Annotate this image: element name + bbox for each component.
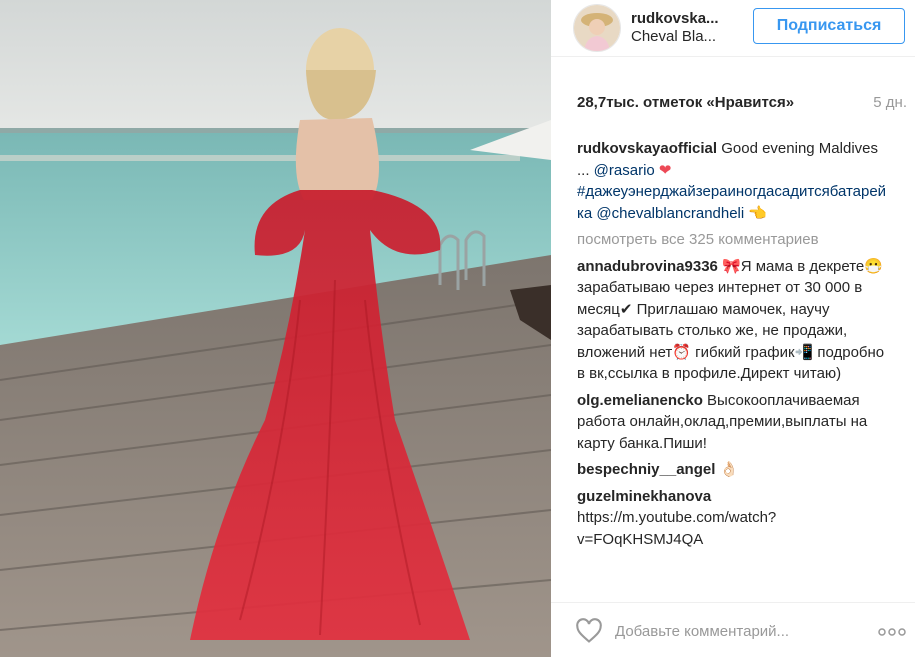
comment-username[interactable]: guzelminekhanova <box>577 488 711 505</box>
mention-link[interactable]: @rasario <box>594 162 655 179</box>
comment-username[interactable]: olg.emelianencko <box>577 392 703 409</box>
comment-footer <box>551 602 915 658</box>
comment-link[interactable]: https://m.youtube.com/watch?v=FOqKHSMJ4Q… <box>577 509 776 548</box>
caption-username[interactable]: rudkovskayaofficial <box>577 140 717 157</box>
likes-row: 28,7тыс. отметок «Нравится» 5 дн. <box>577 94 907 116</box>
pointing-emoji: 👈 <box>748 204 768 222</box>
heart-emoji: ❤ <box>658 161 672 179</box>
photo-illustration <box>0 0 551 657</box>
post-photo[interactable] <box>0 0 551 657</box>
comment-text: 👌🏻 <box>715 461 739 478</box>
ellipsis-icon[interactable] <box>877 625 907 639</box>
mention-link[interactable]: @chevalblancrandheli <box>596 205 744 222</box>
add-comment-input[interactable] <box>615 623 820 640</box>
comment-username[interactable]: annadubrovina9336 <box>577 258 718 275</box>
location-link[interactable]: Cheval Bla... <box>631 28 716 45</box>
post-panel: rudkovska... Cheval Bla... Подписаться 2… <box>551 0 915 657</box>
comment-username[interactable]: bespechniy__angel <box>577 461 715 478</box>
view-all-comments-link[interactable]: посмотреть все 325 комментариев <box>577 229 889 251</box>
caption: rudkovskayaofficial Good evening Maldive… <box>577 138 889 224</box>
heart-outline-icon[interactable] <box>575 617 603 645</box>
comment-item: guzelminekhanova https://m.youtube.com/w… <box>577 486 889 551</box>
avatar[interactable] <box>573 4 621 52</box>
follow-button[interactable]: Подписаться <box>753 8 905 44</box>
comment-text: 🎀Я мама в декрете😷 зарабатываю через инт… <box>577 257 885 383</box>
comments-list: rudkovskayaofficial Good evening Maldive… <box>577 138 889 555</box>
comment-item: bespechniy__angel 👌🏻 <box>577 459 889 481</box>
comment-item: annadubrovina9336 🎀Я мама в декрете😷 зар… <box>577 256 889 385</box>
comment-item: olg.emelianencko Высокооплачиваемая рабо… <box>577 390 889 455</box>
likes-count[interactable]: 28,7тыс. отметок «Нравится» <box>577 94 794 111</box>
username[interactable]: rudkovska... <box>631 10 719 27</box>
post-header: rudkovska... Cheval Bla... Подписаться <box>551 0 915 57</box>
post-age[interactable]: 5 дн. <box>873 94 907 111</box>
